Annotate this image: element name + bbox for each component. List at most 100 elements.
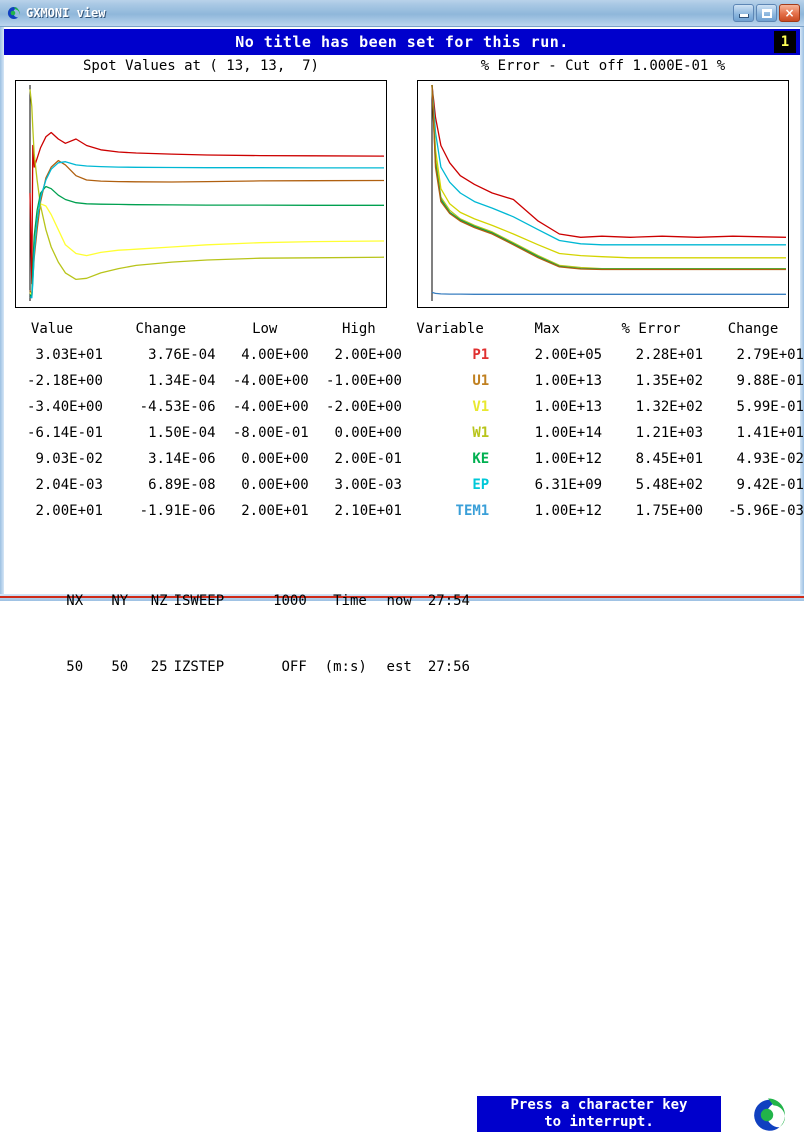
table-row[interactable]: -6.14E-011.50E-04-8.00E-010.00E+00W11.00… [0, 420, 804, 446]
error-plot-title: % Error - Cut off 1.000E-01 % [402, 58, 804, 80]
cell-high: 2.00E+00 [309, 347, 402, 363]
table-row[interactable]: 2.04E-036.89E-080.00E+003.00E-03EP6.31E+… [0, 472, 804, 498]
window-controls: × [733, 4, 800, 22]
cell-error: 1.21E+03 [602, 425, 703, 441]
cell-change2: 2.79E+01 [703, 347, 804, 363]
gxmoni-window: GXMONI view × No title has been set for … [0, 0, 804, 601]
isweep-value: 1000 [245, 590, 307, 612]
cell-variable: KE [402, 451, 497, 467]
phoenics-logo-icon [746, 1094, 788, 1136]
nz-label: NZ [128, 590, 167, 612]
header-error: % Error [600, 321, 702, 337]
cell-error: 1.32E+02 [602, 399, 703, 415]
cell-max: 1.00E+12 [497, 451, 602, 467]
cell-high: 0.00E+00 [309, 425, 402, 441]
cell-low: 4.00E+00 [216, 347, 309, 363]
table-row[interactable]: -3.40E+00-4.53E-06-4.00E+00-2.00E+00V11.… [0, 394, 804, 420]
cell-value: 9.03E-02 [0, 451, 103, 467]
spot-values-plot-wrap [0, 80, 402, 316]
minimize-icon [739, 14, 749, 18]
cell-high: 3.00E-03 [309, 477, 402, 493]
cell-change: -1.91E-06 [103, 503, 216, 519]
header-low: Low [218, 321, 312, 337]
cell-change: 3.76E-04 [103, 347, 216, 363]
table-row[interactable]: 3.03E+013.76E-044.00E+002.00E+00P12.00E+… [0, 342, 804, 368]
spot-values-plot[interactable] [15, 80, 387, 308]
close-button[interactable]: × [779, 4, 800, 22]
header-change: Change [104, 321, 218, 337]
cell-value: -2.18E+00 [0, 373, 103, 389]
cell-variable: EP [402, 477, 497, 493]
table-row[interactable]: -2.18E+001.34E-04-4.00E+00-1.00E+00U11.0… [0, 368, 804, 394]
cell-low: -4.00E+00 [216, 373, 309, 389]
cell-change: 6.89E-08 [103, 477, 216, 493]
now-label: now [367, 590, 412, 612]
izstep-value: OFF [245, 656, 307, 678]
header-max: Max [494, 321, 600, 337]
series-v1 [30, 204, 384, 297]
nx-label: NX [40, 590, 83, 612]
grid-status-line-2: 50 50 25 IZSTEP OFF (m:s) est 27:56 [40, 656, 470, 678]
minimize-button[interactable] [733, 4, 754, 22]
spot-values-plot-canvas [16, 81, 386, 307]
cell-value: 3.03E+01 [0, 347, 103, 363]
cell-error: 8.45E+01 [602, 451, 703, 467]
cell-change: 1.50E-04 [103, 425, 216, 441]
series-w1 [30, 89, 384, 279]
status-footer: NX NY NZ ISWEEP 1000 Time now 27:54 50 5… [0, 546, 804, 594]
cell-value: 2.00E+01 [0, 503, 103, 519]
interrupt-prompt[interactable]: Press a character key to interrupt. [477, 1096, 721, 1132]
nz-value: 25 [128, 656, 167, 678]
grid-status-line-1: NX NY NZ ISWEEP 1000 Time now 27:54 [40, 590, 470, 612]
ny-label: NY [83, 590, 128, 612]
header-change2: Change [702, 321, 804, 337]
cell-variable: TEM1 [402, 503, 497, 519]
cell-change2: 1.41E+01 [703, 425, 804, 441]
table-header-row: Value Change Low High Variable Max % Err… [0, 316, 804, 342]
header-high: High [312, 321, 406, 337]
window-title: GXMONI view [26, 6, 105, 20]
cell-high: -2.00E+00 [309, 399, 402, 415]
series-u1 [432, 85, 786, 270]
header-variable: Variable [406, 321, 494, 337]
cell-max: 2.00E+05 [497, 347, 602, 363]
monitor-table: Value Change Low High Variable Max % Err… [0, 316, 804, 544]
cell-change2: 9.42E-01 [703, 477, 804, 493]
cell-change2: 4.93E-02 [703, 451, 804, 467]
cell-change: -4.53E-06 [103, 399, 216, 415]
cell-change: 3.14E-06 [103, 451, 216, 467]
cell-max: 6.31E+09 [497, 477, 602, 493]
error-plot[interactable] [417, 80, 789, 308]
time-label: Time [307, 590, 367, 612]
maximize-button[interactable] [756, 4, 777, 22]
cell-error: 2.28E+01 [602, 347, 703, 363]
title-bar: GXMONI view × [0, 0, 804, 27]
table-row[interactable]: 9.03E-023.14E-060.00E+002.00E-01KE1.00E+… [0, 446, 804, 472]
cell-value: 2.04E-03 [0, 477, 103, 493]
cell-max: 1.00E+13 [497, 399, 602, 415]
series-p1 [30, 133, 384, 284]
run-title-text: No title has been set for this run. [235, 33, 569, 51]
izstep-label: IZSTEP [168, 656, 245, 678]
cell-value: -3.40E+00 [0, 399, 103, 415]
maximize-icon [762, 9, 772, 18]
phoenics-logo-icon [5, 5, 21, 21]
plots-area [0, 80, 804, 316]
chart-titles-row: Spot Values at ( 13, 13, 7) % Error - Cu… [0, 58, 804, 80]
cell-variable: U1 [402, 373, 497, 389]
cell-variable: V1 [402, 399, 497, 415]
cell-variable: W1 [402, 425, 497, 441]
cell-low: 2.00E+01 [216, 503, 309, 519]
table-row[interactable]: 2.00E+01-1.91E-062.00E+012.10E+01TEM11.0… [0, 498, 804, 524]
units-label: (m:s) [307, 656, 367, 678]
sweep-counter-badge: 1 [774, 31, 796, 53]
cell-error: 5.48E+02 [602, 477, 703, 493]
est-value: 27:56 [412, 656, 470, 678]
series-tem1 [432, 292, 786, 294]
cell-change2: 9.88E-01 [703, 373, 804, 389]
cell-change: 1.34E-04 [103, 373, 216, 389]
error-plot-canvas [418, 81, 788, 307]
cell-high: 2.10E+01 [309, 503, 402, 519]
now-value: 27:54 [412, 590, 470, 612]
header-value: Value [0, 321, 104, 337]
